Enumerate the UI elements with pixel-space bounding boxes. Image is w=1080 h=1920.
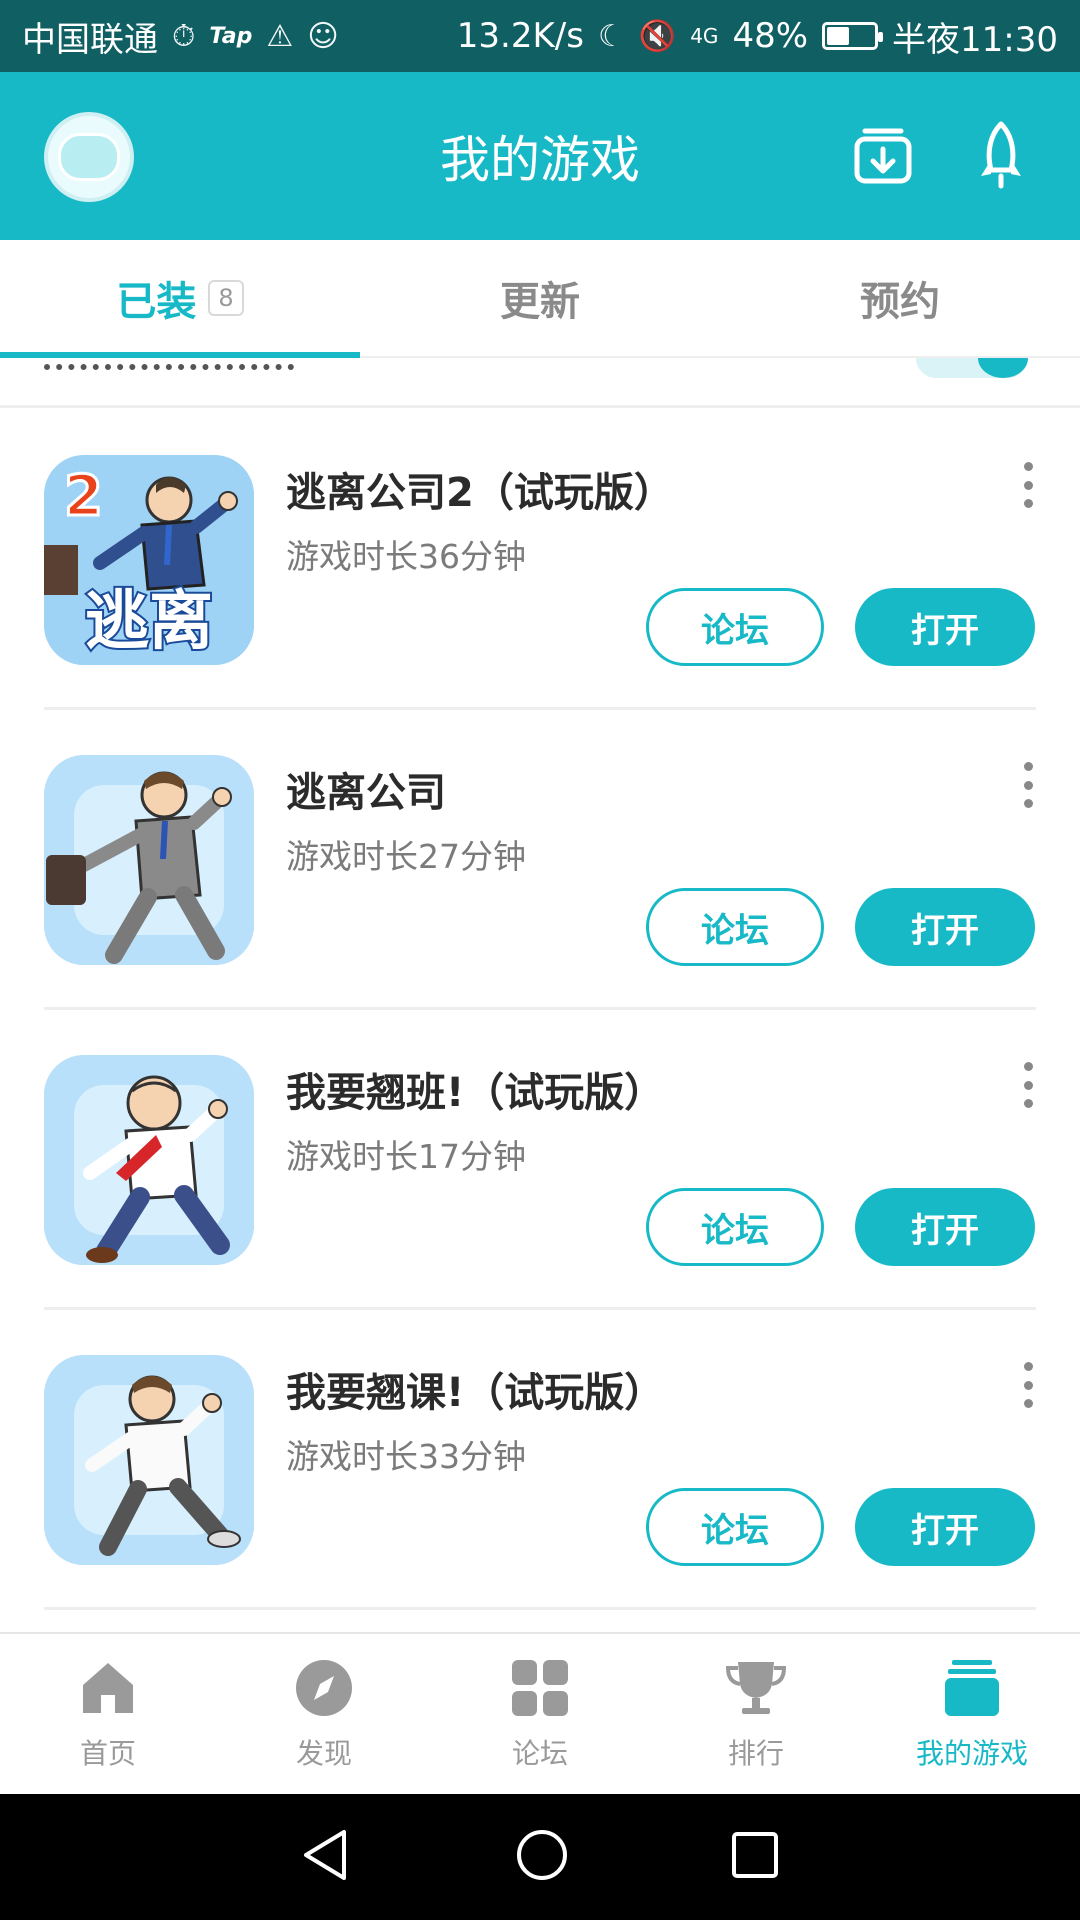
back-icon[interactable] — [300, 1828, 354, 1886]
open-button[interactable]: 打开 — [855, 1488, 1035, 1566]
list-item[interactable]: 我要翘班!（试玩版） 游戏时长17分钟 论坛 打开 — [0, 1010, 1080, 1310]
warning-icon: ⚠ — [266, 18, 294, 54]
astronaut-avatar-icon — [58, 133, 120, 181]
game-icon-skip-class[interactable] — [44, 1355, 254, 1565]
offscreen-toggle[interactable] — [916, 358, 1028, 378]
more-options-icon[interactable] — [1016, 1362, 1040, 1408]
game-icon-escape-company[interactable] — [44, 755, 254, 965]
notification-icon: ☺ — [307, 18, 339, 54]
stack-icon — [940, 1656, 1004, 1720]
grid-icon — [508, 1656, 572, 1720]
list-item[interactable]: 我要翘课!（试玩版） 游戏时长33分钟 论坛 打开 — [0, 1310, 1080, 1610]
list-item[interactable]: 2 逃离 逃离公司2（试玩版） 游戏时长36分钟 论坛 打开 — [0, 410, 1080, 710]
rocket-icon — [981, 121, 1021, 189]
list-item[interactable]: 逃离公司 游戏时长27分钟 论坛 打开 — [0, 710, 1080, 1010]
offscreen-text — [44, 358, 294, 370]
recent-apps-icon[interactable] — [730, 1830, 780, 1884]
tab-installed[interactable]: 已装 8 — [0, 240, 360, 358]
forum-button[interactable]: 论坛 — [646, 1488, 824, 1566]
moon-icon: ☾ — [597, 18, 625, 54]
app-header: 我的游戏 — [0, 72, 1080, 240]
forum-button[interactable]: 论坛 — [646, 588, 824, 666]
system-nav-bar — [0, 1794, 1080, 1920]
more-options-icon[interactable] — [1016, 1062, 1040, 1108]
nav-my-games[interactable]: 我的游戏 — [864, 1634, 1080, 1794]
timer-icon: ⏱ — [172, 18, 196, 54]
nav-label: 首页 — [79, 1737, 136, 1770]
open-button[interactable]: 打开 — [855, 1188, 1035, 1266]
play-time: 游戏时长36分钟 — [286, 537, 526, 576]
running-businessman-icon: 2 逃离 — [44, 455, 254, 665]
avatar[interactable] — [44, 112, 134, 202]
icon-title: 逃离 — [85, 585, 213, 659]
open-button[interactable]: 打开 — [855, 588, 1035, 666]
game-list: 2 逃离 逃离公司2（试玩版） 游戏时长36分钟 论坛 打开 逃离公司 游戏时长… — [0, 410, 1080, 1610]
more-options-icon[interactable] — [1016, 462, 1040, 508]
nav-label: 我的游戏 — [915, 1737, 1028, 1770]
play-time: 游戏时长17分钟 — [286, 1137, 526, 1176]
compass-icon — [292, 1656, 356, 1720]
bottom-nav: 首页 发现 论坛 排行 我的游戏 — [0, 1632, 1080, 1794]
battery-percent: 48% — [732, 16, 809, 56]
game-title: 逃离公司2（试玩版） — [286, 470, 674, 516]
nav-home[interactable]: 首页 — [0, 1634, 216, 1794]
download-manager-button[interactable] — [848, 120, 918, 190]
play-time: 游戏时长33分钟 — [286, 1437, 526, 1476]
nav-label: 发现 — [295, 1737, 352, 1770]
nav-label: 排行 — [727, 1737, 784, 1770]
trophy-icon — [724, 1656, 788, 1720]
page-title: 我的游戏 — [440, 131, 640, 189]
signal-icon: 4G — [690, 24, 719, 48]
rocket-button[interactable] — [966, 120, 1036, 190]
status-bar: 中国联通 ⏱ Tap ⚠ ☺ 13.2K/s ☾ 🔇 4G 48% 半夜11:3… — [0, 0, 1080, 72]
play-time: 游戏时长27分钟 — [286, 837, 526, 876]
forum-button[interactable]: 论坛 — [646, 888, 824, 966]
game-title: 逃离公司 — [286, 770, 446, 816]
game-title: 我要翘班!（试玩版） — [286, 1070, 665, 1116]
tab-label: 已装 — [116, 279, 197, 325]
nav-discover[interactable]: 发现 — [216, 1634, 432, 1794]
tab-bar: 已装 8 更新 预约 — [0, 240, 1080, 358]
row-divider — [44, 1607, 1036, 1610]
nav-ranking[interactable]: 排行 — [648, 1634, 864, 1794]
running-student-icon — [44, 1355, 254, 1565]
download-icon — [854, 128, 912, 184]
tab-updates[interactable]: 更新 — [360, 240, 720, 356]
running-businessman-icon — [44, 755, 254, 965]
running-office-worker-icon — [44, 1055, 254, 1265]
scrolled-offscreen-row — [0, 358, 1080, 408]
game-icon-escape-company-2[interactable]: 2 逃离 — [44, 455, 254, 665]
forum-button[interactable]: 论坛 — [646, 1188, 824, 1266]
installed-count-badge: 8 — [208, 280, 244, 316]
open-button[interactable]: 打开 — [855, 888, 1035, 966]
game-icon-skip-work[interactable] — [44, 1055, 254, 1265]
network-speed: 13.2K/s — [456, 16, 584, 56]
carrier-label: 中国联通 — [22, 19, 158, 60]
nav-label: 论坛 — [511, 1737, 568, 1770]
tab-reservations[interactable]: 预约 — [720, 240, 1080, 356]
home-icon — [76, 1656, 140, 1720]
clock: 半夜11:30 — [892, 19, 1058, 60]
icon-badge: 2 — [64, 464, 103, 529]
nav-forum[interactable]: 论坛 — [432, 1634, 648, 1794]
tab-label: 预约 — [860, 279, 940, 325]
more-options-icon[interactable] — [1016, 762, 1040, 808]
game-title: 我要翘课!（试玩版） — [286, 1370, 665, 1416]
battery-icon — [822, 22, 884, 50]
tab-label: 更新 — [500, 279, 580, 325]
mute-icon: 🔇 — [638, 18, 677, 54]
tap-icon: Tap — [209, 23, 253, 49]
home-circle-icon[interactable] — [515, 1828, 569, 1886]
